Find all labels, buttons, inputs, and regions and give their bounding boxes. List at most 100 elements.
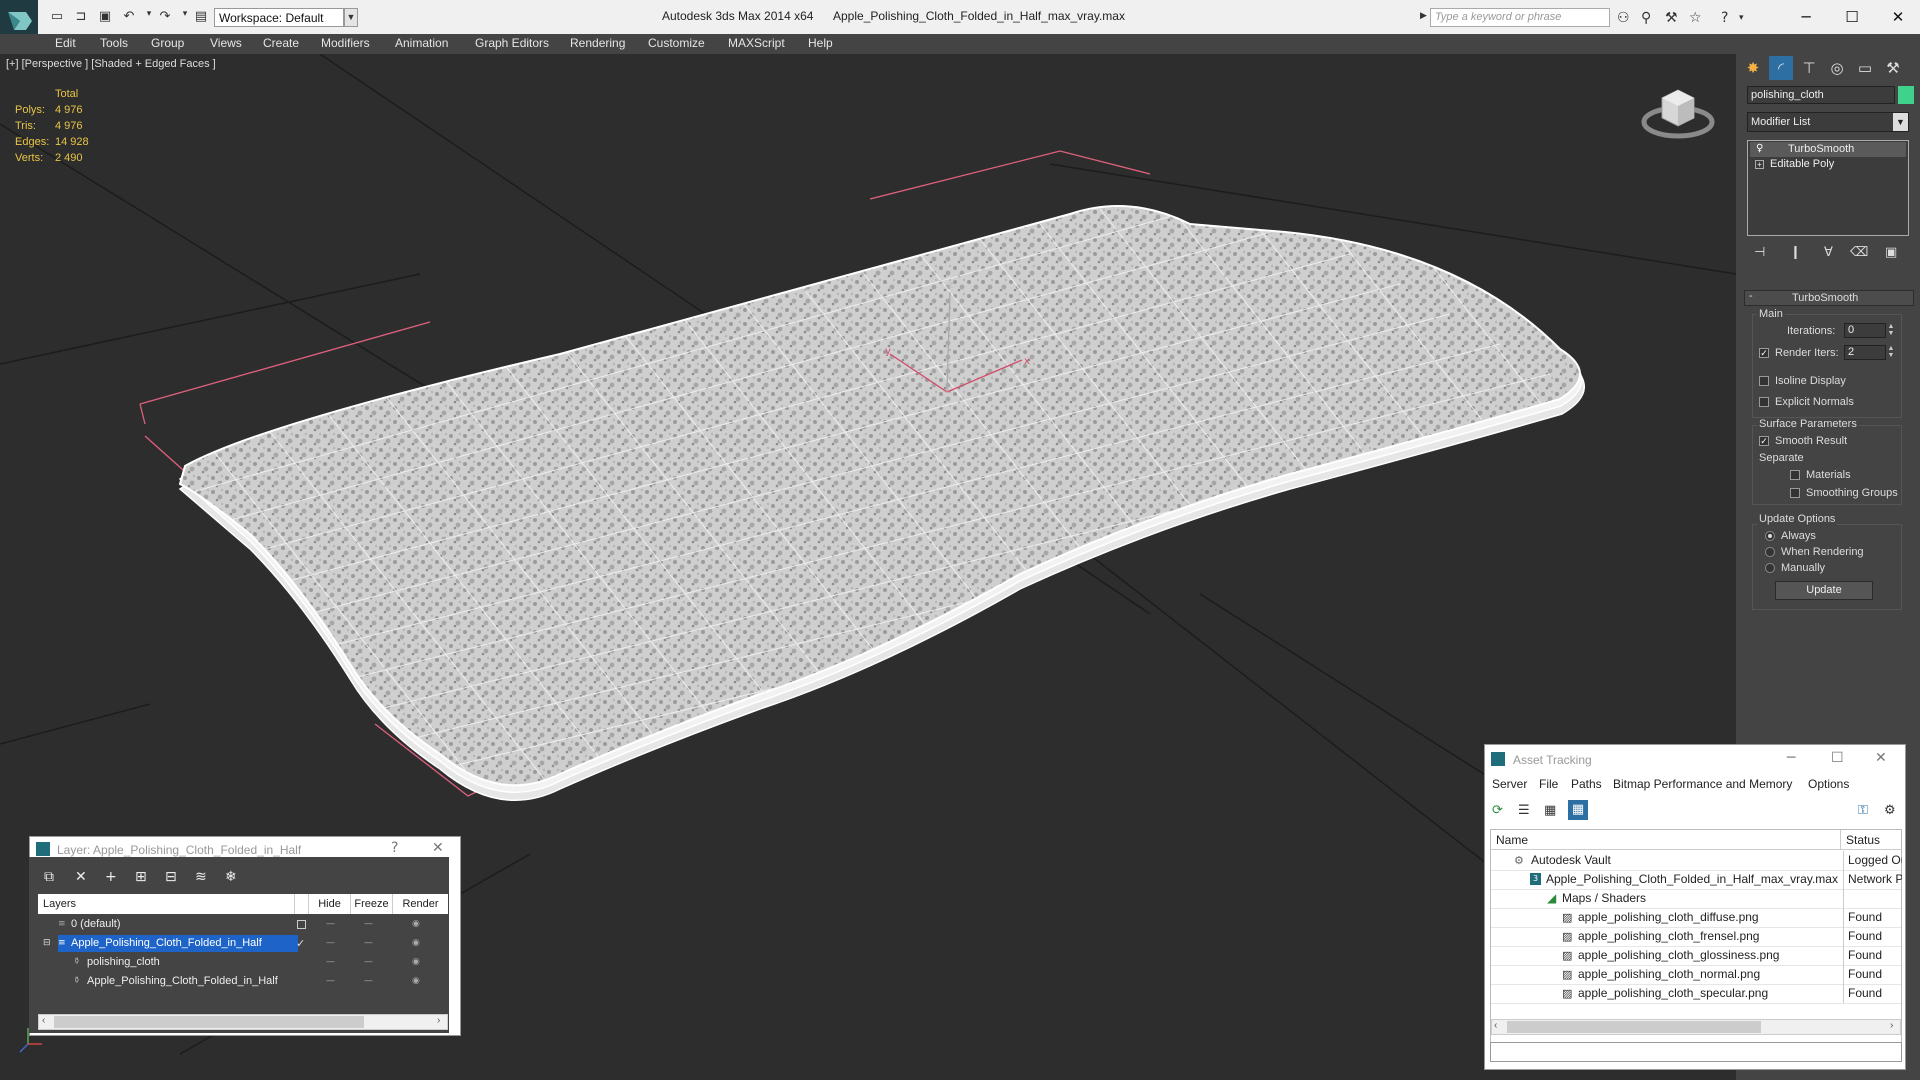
asset-path-field[interactable]: [1490, 1042, 1902, 1062]
layer-scroll-thumb[interactable]: [54, 1016, 364, 1028]
menu-views[interactable]: Views: [210, 36, 242, 50]
close-window-icon[interactable]: ✕: [1878, 5, 1918, 29]
asset-menu-options[interactable]: Options: [1808, 777, 1849, 791]
render-iters-checkbox[interactable]: ✓: [1759, 348, 1769, 358]
binoculars-icon[interactable]: ⚇: [1617, 10, 1630, 26]
vault-settings-icon[interactable]: ⚙: [1884, 803, 1896, 818]
save-file-icon[interactable]: ▣: [96, 9, 114, 25]
select-in-layer-icon[interactable]: ⊞: [135, 869, 147, 885]
viewport-label[interactable]: [+] [Perspective ] [Shaded + Edged Faces…: [6, 58, 216, 70]
menu-group[interactable]: Group: [151, 36, 184, 50]
asset-row[interactable]: ▨ apple_polishing_cloth_normal.png Found: [1491, 965, 1901, 985]
asset-minimize-icon[interactable]: ─: [1787, 750, 1795, 766]
menu-customize[interactable]: Customize: [648, 36, 705, 50]
asset-row[interactable]: ▨ apple_polishing_cloth_diffuse.png Foun…: [1491, 908, 1901, 928]
freeze-column-header[interactable]: Freeze: [350, 894, 392, 914]
asset-row[interactable]: ▨ apple_polishing_cloth_specular.png Fou…: [1491, 984, 1901, 1004]
asset-row[interactable]: 3 Apple_Polishing_Cloth_Folded_in_Half_m…: [1491, 870, 1902, 890]
help-dropdown-icon[interactable]: ▾: [1739, 13, 1744, 23]
asset-row[interactable]: ▨ apple_polishing_cloth_glossiness.png F…: [1491, 946, 1901, 966]
object-color-swatch[interactable]: [1898, 86, 1914, 104]
utilities-tab-icon[interactable]: ⚒: [1881, 56, 1905, 80]
asset-scroll-thumb[interactable]: [1507, 1021, 1761, 1033]
maximize-window-icon[interactable]: ☐: [1832, 5, 1872, 29]
redo-icon[interactable]: ↷: [156, 9, 174, 25]
update-button[interactable]: Update: [1775, 581, 1873, 600]
stack-item-turbosmooth[interactable]: TurboSmooth: [1750, 142, 1906, 157]
table-view-icon[interactable]: ▦: [1544, 803, 1556, 818]
freeze-toggle-icon[interactable]: —: [364, 972, 373, 991]
render-iters-spinner[interactable]: 2: [1844, 345, 1886, 360]
project-folder-icon[interactable]: ▤: [192, 9, 210, 25]
lightbulb-icon[interactable]: ♀: [1756, 143, 1763, 154]
asset-row[interactable]: ⚙ Autodesk Vault Logged Ou: [1491, 851, 1902, 871]
subscription-icon[interactable]: ⚲: [1641, 10, 1651, 26]
asset-row[interactable]: ◢ Maps / Shaders: [1491, 889, 1901, 909]
modify-tab-icon[interactable]: ◜: [1769, 56, 1793, 80]
update-always-radio[interactable]: [1765, 531, 1775, 541]
iterations-spinner-arrows-icon[interactable]: ▲ ▼: [1886, 323, 1896, 338]
freeze-toggle-icon[interactable]: —: [364, 934, 373, 953]
vault-login-icon[interactable]: ⚿: [1858, 803, 1868, 818]
asset-maximize-icon[interactable]: ☐: [1831, 750, 1844, 766]
freeze-toggle-icon[interactable]: —: [364, 915, 373, 934]
hide-toggle-icon[interactable]: —: [326, 934, 335, 953]
isoline-display-checkbox[interactable]: [1759, 376, 1769, 386]
freeze-toggle-icon[interactable]: —: [364, 953, 373, 972]
workspace-dropdown-icon[interactable]: ▼: [344, 8, 358, 27]
smoothing-groups-checkbox[interactable]: [1790, 488, 1800, 498]
asset-menu-paths[interactable]: Paths: [1571, 777, 1602, 791]
make-unique-icon[interactable]: ∀: [1824, 245, 1833, 260]
layers-new-icon[interactable]: ⧉: [44, 869, 54, 885]
smooth-result-checkbox[interactable]: ✓: [1759, 436, 1769, 446]
current-column-header[interactable]: [294, 894, 308, 914]
asset-close-icon[interactable]: ✕: [1875, 750, 1887, 766]
materials-checkbox[interactable]: [1790, 470, 1800, 480]
menu-modifiers[interactable]: Modifiers: [321, 36, 370, 50]
stack-item-editable-poly[interactable]: Editable Poly: [1750, 157, 1906, 172]
menu-create[interactable]: Create: [263, 36, 299, 50]
open-file-icon[interactable]: ⊐: [72, 9, 90, 25]
hierarchy-tab-icon[interactable]: ⊤: [1797, 56, 1821, 80]
collapse-icon[interactable]: ⊟: [43, 934, 51, 953]
asset-row[interactable]: ▨ apple_polishing_cloth_frensel.png Foun…: [1491, 927, 1901, 947]
pin-stack-icon[interactable]: ⊣: [1754, 245, 1765, 260]
hide-toggle-icon[interactable]: —: [326, 915, 335, 934]
modifier-list-dropdown[interactable]: Modifier List: [1747, 112, 1909, 132]
menu-rendering[interactable]: Rendering: [570, 36, 625, 50]
hide-column-header[interactable]: Hide: [308, 894, 350, 914]
grid-view-icon[interactable]: ▦: [1568, 800, 1588, 820]
asset-menu-file[interactable]: File: [1539, 777, 1558, 791]
set-current-layer-icon[interactable]: [297, 920, 306, 929]
name-column-header[interactable]: Name: [1491, 830, 1841, 850]
render-toggle-icon[interactable]: ◉: [412, 972, 420, 991]
asset-menu-bitmap-performance[interactable]: Bitmap Performance and Memory: [1613, 777, 1792, 791]
menu-tools[interactable]: Tools: [100, 36, 128, 50]
minimize-window-icon[interactable]: ─: [1786, 5, 1826, 29]
status-column-header[interactable]: Status: [1841, 830, 1901, 850]
object-name-field[interactable]: polishing_cloth: [1747, 86, 1895, 104]
scroll-left-icon[interactable]: ‹: [42, 1015, 45, 1026]
menu-animation[interactable]: Animation: [395, 36, 448, 50]
search-input[interactable]: Type a keyword or phrase: [1430, 8, 1610, 27]
add-to-layer-icon[interactable]: +: [105, 869, 117, 885]
scroll-right-icon[interactable]: ›: [1890, 1020, 1893, 1031]
update-manually-radio[interactable]: [1765, 563, 1775, 573]
iterations-spinner[interactable]: 0: [1844, 323, 1886, 338]
hide-all-layers-icon[interactable]: ≋: [195, 869, 207, 885]
highlight-layer-icon[interactable]: ⊟: [165, 869, 177, 885]
update-when-rendering-radio[interactable]: [1765, 547, 1775, 557]
show-end-result-icon[interactable]: ❙: [1790, 245, 1801, 260]
layer-row[interactable]: ≡ 0 (default) — — ◉: [38, 915, 448, 934]
render-toggle-icon[interactable]: ◉: [412, 953, 420, 972]
scroll-right-icon[interactable]: ›: [437, 1015, 440, 1026]
new-file-icon[interactable]: ▭: [48, 9, 66, 25]
render-toggle-icon[interactable]: ◉: [412, 915, 420, 934]
viewcube-icon[interactable]: [1641, 89, 1715, 139]
menu-edit[interactable]: Edit: [55, 36, 76, 50]
hide-toggle-icon[interactable]: —: [326, 953, 335, 972]
render-toggle-icon[interactable]: ◉: [412, 934, 420, 953]
motion-tab-icon[interactable]: ◎: [1825, 56, 1849, 80]
configure-sets-icon[interactable]: ▣: [1885, 245, 1897, 260]
freeze-all-layers-icon[interactable]: ❄: [225, 869, 237, 885]
